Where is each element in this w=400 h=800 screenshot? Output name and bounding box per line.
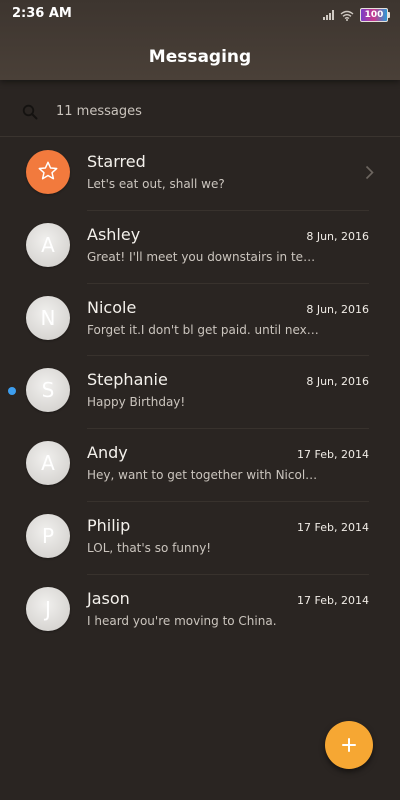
compose-button[interactable] [325, 721, 373, 769]
conversation-preview: LOL, that's so funny! [87, 540, 212, 555]
contact-avatar: P [26, 513, 70, 558]
conversation-date: 8 Jun, 2016 [306, 375, 369, 389]
contact-avatar: A [26, 441, 70, 486]
conversation-preview: Let's eat out, shall we? [87, 177, 225, 191]
wifi-icon [340, 10, 354, 21]
conversation-name: Jason [87, 588, 130, 608]
conversation-name: Philip [87, 515, 131, 535]
chevron-right-icon [365, 165, 374, 184]
unread-indicator [8, 387, 16, 396]
conversation-item-jason[interactable]: J Jason 17 Feb, 2014 I heard you're movi… [0, 575, 400, 648]
status-time: 2:36 AM [12, 6, 72, 21]
status-bar: 2:36 AM 100 [0, 0, 400, 30]
conversation-item-andy[interactable]: A Andy 17 Feb, 2014 Hey, want to get tog… [0, 429, 400, 502]
conversation-name: Nicole [87, 297, 137, 317]
message-count: 11 messages [56, 104, 142, 119]
contact-avatar: A [26, 222, 70, 267]
contact-avatar: J [26, 586, 70, 631]
conversation-preview: Forget it.I don't bl get paid. until nex… [87, 322, 322, 337]
page-title: Messaging [148, 47, 252, 67]
contact-avatar: N [26, 295, 70, 340]
starred-avatar [26, 150, 70, 194]
conversation-preview: I heard you're moving to China. [87, 613, 277, 628]
conversation-preview: Great! I'll meet you downstairs in ten .… [87, 249, 322, 264]
conversation-date: 17 Feb, 2014 [297, 448, 369, 462]
search-icon[interactable] [22, 104, 38, 124]
star-icon [38, 161, 58, 180]
signal-icon [323, 10, 334, 20]
conversation-name: Starred [87, 152, 146, 171]
conversation-name: Stephanie [87, 370, 168, 390]
search-bar[interactable]: 11 messages [0, 88, 400, 137]
conversation-item-starred[interactable]: Starred Let's eat out, shall we? [0, 138, 400, 211]
app-header: 2:36 AM 100 Messaging [0, 0, 400, 80]
conversation-date: 17 Feb, 2014 [297, 593, 369, 607]
conversation-date: 8 Jun, 2016 [306, 302, 369, 316]
conversation-preview: Hey, want to get together with Nicole ..… [87, 468, 322, 483]
conversation-name: Andy [87, 443, 128, 463]
conversation-date: 8 Jun, 2016 [306, 229, 369, 243]
conversation-list: Starred Let's eat out, shall we? A Ashle… [0, 138, 400, 648]
conversation-date: 17 Feb, 2014 [297, 520, 369, 534]
conversation-item-ashley[interactable]: A Ashley 8 Jun, 2016 Great! I'll meet yo… [0, 211, 400, 284]
status-icons: 100 [323, 8, 390, 22]
contact-avatar: S [26, 368, 70, 413]
conversation-name: Ashley [87, 224, 141, 244]
conversation-item-stephanie[interactable]: S Stephanie 8 Jun, 2016 Happy Birthday! [0, 356, 400, 430]
battery-icon: 100 [360, 8, 390, 22]
conversation-item-nicole[interactable]: N Nicole 8 Jun, 2016 Forget it.I don't b… [0, 284, 400, 357]
conversation-preview: Happy Birthday! [87, 395, 186, 410]
plus-icon [342, 738, 356, 752]
conversation-item-philip[interactable]: P Philip 17 Feb, 2014 LOL, that's so fun… [0, 502, 400, 575]
